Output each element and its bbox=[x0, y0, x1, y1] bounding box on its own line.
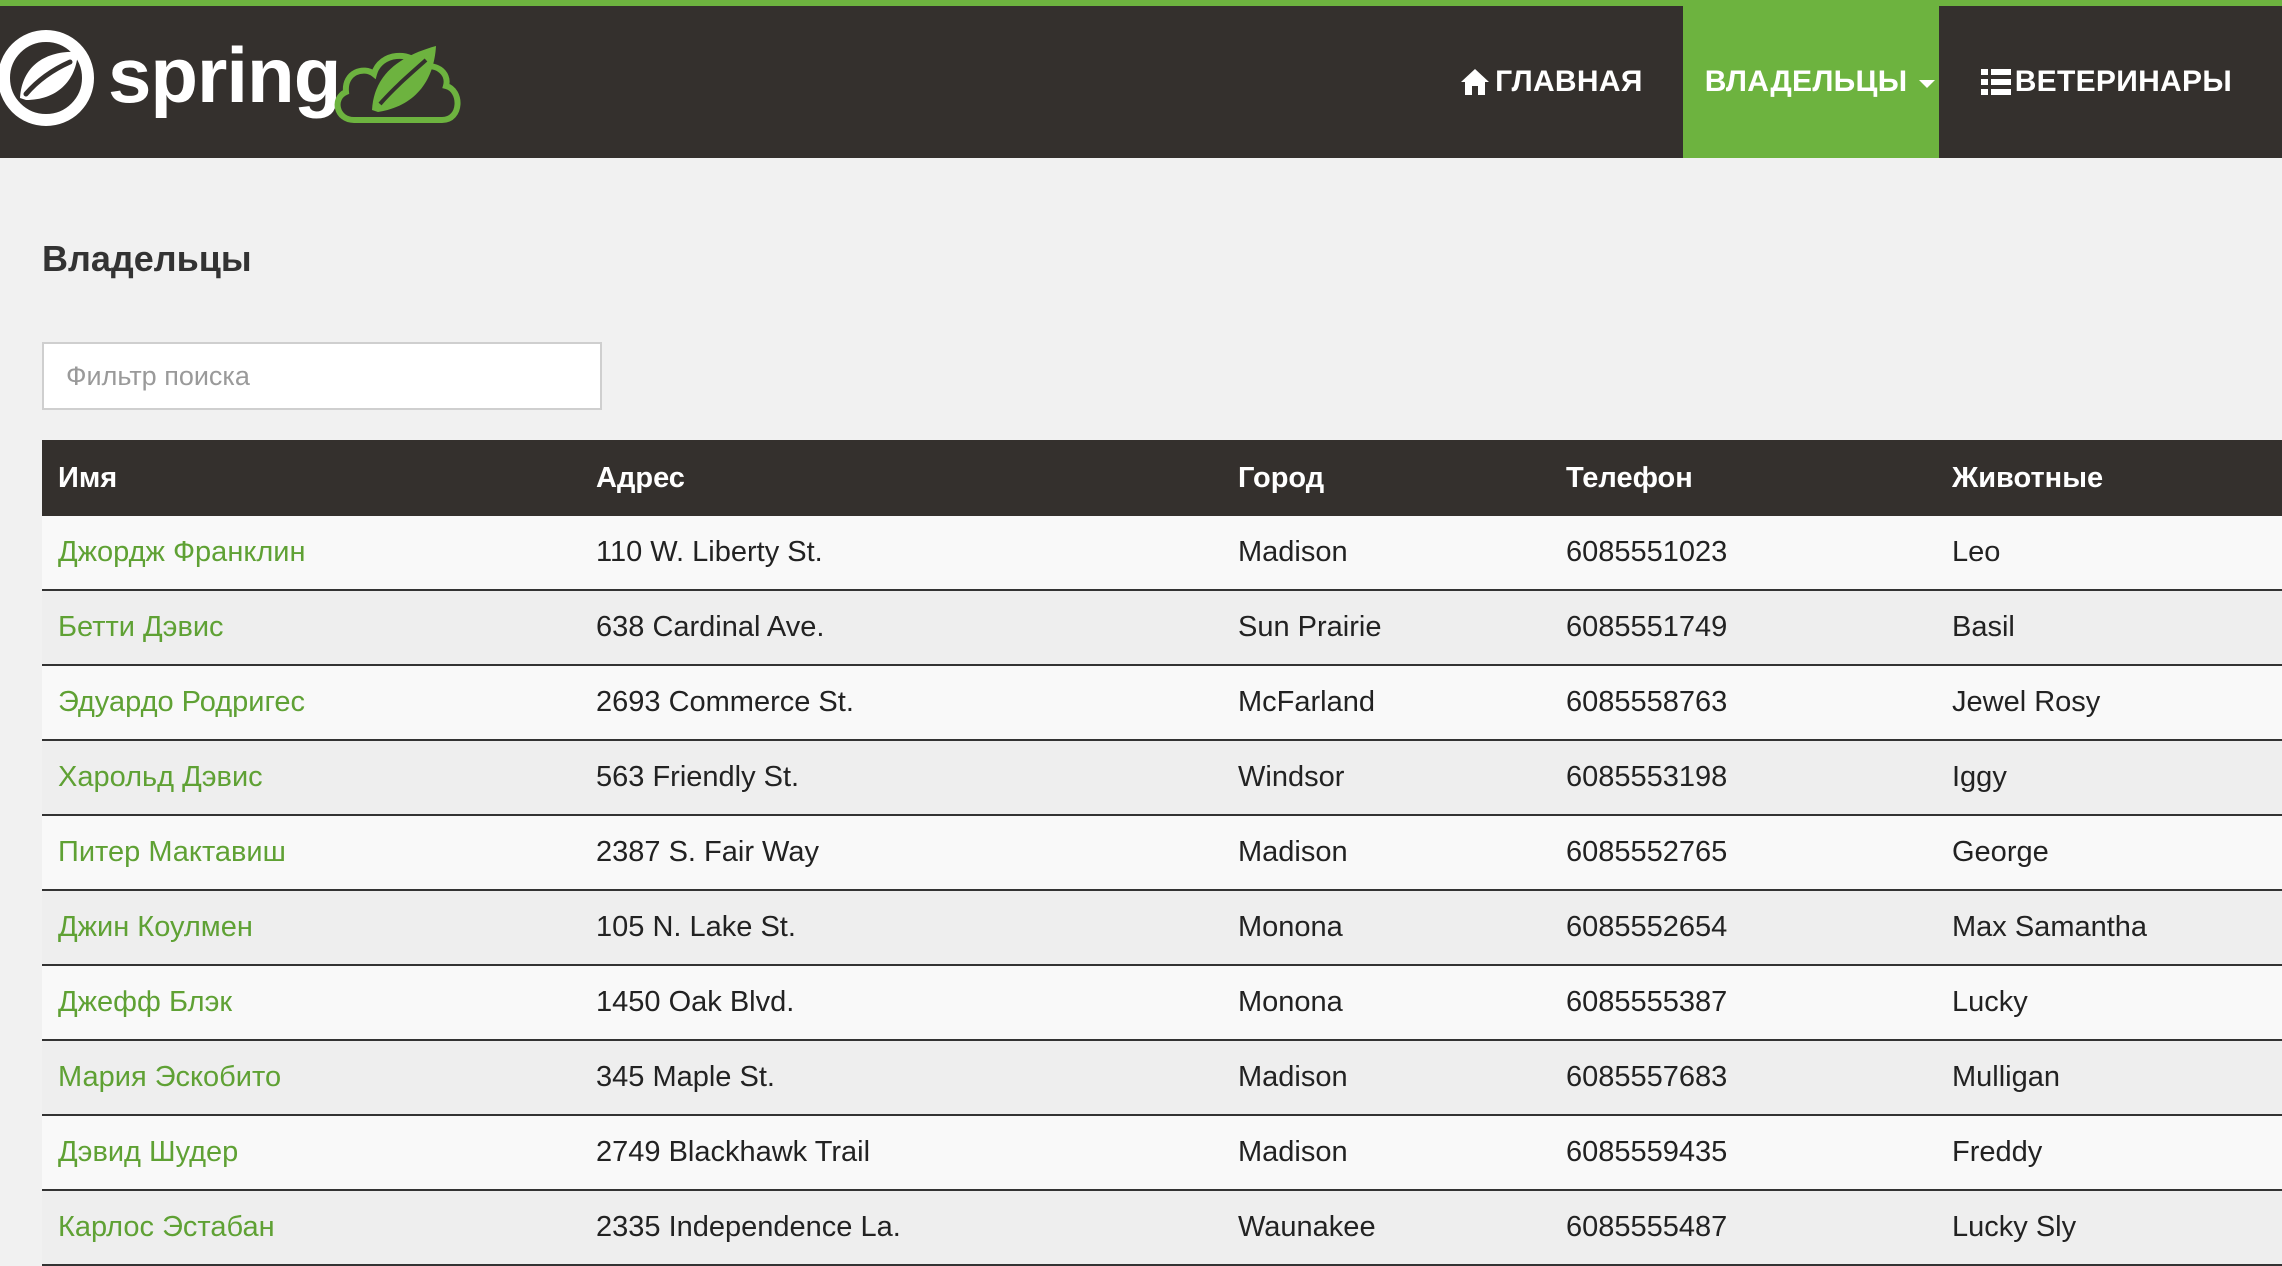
address-cell: 110 W. Liberty St. bbox=[580, 516, 1222, 591]
owner-name-link[interactable]: Бетти Дэвис bbox=[58, 611, 224, 643]
search-wrapper bbox=[42, 342, 602, 410]
table-header-row: Имя Адрес Город Телефон Животные bbox=[42, 440, 2282, 516]
column-header-pets[interactable]: Животные bbox=[1936, 440, 2282, 516]
city-cell: Madison bbox=[1222, 1040, 1550, 1116]
nav-label-veterinarians: ВЕТЕРИНАРЫ bbox=[2014, 65, 2232, 98]
city-cell: Waunakee bbox=[1222, 1190, 1550, 1266]
spring-leaf-icon bbox=[0, 30, 94, 126]
owner-name-cell: Джордж Франклин bbox=[42, 516, 580, 591]
table-row: Эдуардо Родригес 2693 Commerce St. McFar… bbox=[42, 665, 2282, 741]
list-icon bbox=[1980, 69, 2011, 95]
owner-name-cell: Эдуардо Родригес bbox=[42, 665, 580, 741]
main-nav: ГЛАВНАЯ ВЛАДЕЛЬЦЫ ВЕТЕРИНАРЫ bbox=[1425, 6, 2282, 158]
pets-cell: Max Samantha bbox=[1936, 890, 2282, 966]
nav-item-veterinarians[interactable]: ВЕТЕРИНАРЫ bbox=[1939, 6, 2282, 158]
nav-label-owners: ВЛАДЕЛЬЦЫ bbox=[1704, 65, 1908, 98]
table-row: Харольд Дэвис 563 Friendly St. Windsor 6… bbox=[42, 740, 2282, 816]
table-row: Джордж Франклин 110 W. Liberty St. Madis… bbox=[42, 516, 2282, 591]
table-row: Питер Мактавиш 2387 S. Fair Way Madison … bbox=[42, 815, 2282, 891]
pets-cell: Basil bbox=[1936, 590, 2282, 666]
address-cell: 2693 Commerce St. bbox=[580, 665, 1222, 741]
address-cell: 638 Cardinal Ave. bbox=[580, 590, 1222, 666]
address-cell: 2387 S. Fair Way bbox=[580, 815, 1222, 891]
city-cell: Monona bbox=[1222, 890, 1550, 966]
navbar: spring ГЛАВНАЯ ВЛАДЕЛЬЦЫ ВЕТЕРИНАРЫ bbox=[0, 6, 2282, 158]
phone-cell: 6085557683 bbox=[1550, 1040, 1936, 1116]
pets-cell: Lucky bbox=[1936, 965, 2282, 1041]
table-row: Дэвид Шудер 2749 Blackhawk Trail Madison… bbox=[42, 1115, 2282, 1191]
address-cell: 345 Maple St. bbox=[580, 1040, 1222, 1116]
city-cell: Madison bbox=[1222, 815, 1550, 891]
spring-logo[interactable]: spring bbox=[0, 24, 470, 136]
phone-cell: 6085555387 bbox=[1550, 965, 1936, 1041]
owners-table: Имя Адрес Город Телефон Животные Джордж … bbox=[42, 440, 2282, 1266]
owner-name-link[interactable]: Питер Мактавиш bbox=[58, 836, 286, 868]
column-header-address[interactable]: Адрес bbox=[580, 440, 1222, 516]
address-cell: 563 Friendly St. bbox=[580, 740, 1222, 816]
table-row: Бетти Дэвис 638 Cardinal Ave. Sun Prairi… bbox=[42, 590, 2282, 666]
owner-name-cell: Дэвид Шудер bbox=[42, 1115, 580, 1191]
phone-cell: 6085555487 bbox=[1550, 1190, 1936, 1266]
pets-cell: Mulligan bbox=[1936, 1040, 2282, 1116]
phone-cell: 6085558763 bbox=[1550, 665, 1936, 741]
owner-name-link[interactable]: Джефф Блэк bbox=[58, 986, 232, 1018]
city-cell: Sun Prairie bbox=[1222, 590, 1550, 666]
cloud-leaf-icon bbox=[334, 46, 461, 123]
city-cell: Monona bbox=[1222, 965, 1550, 1041]
owner-name-cell: Бетти Дэвис bbox=[42, 590, 580, 666]
address-cell: 105 N. Lake St. bbox=[580, 890, 1222, 966]
pets-cell: Lucky Sly bbox=[1936, 1190, 2282, 1266]
address-cell: 2749 Blackhawk Trail bbox=[580, 1115, 1222, 1191]
owner-name-link[interactable]: Джордж Франклин bbox=[58, 536, 305, 568]
pets-cell: Iggy bbox=[1936, 740, 2282, 816]
phone-cell: 6085559435 bbox=[1550, 1115, 1936, 1191]
column-header-city[interactable]: Город bbox=[1222, 440, 1550, 516]
table-row: Джин Коулмен 105 N. Lake St. Monona 6085… bbox=[42, 890, 2282, 966]
phone-cell: 6085551023 bbox=[1550, 516, 1936, 591]
owner-name-cell: Джин Коулмен bbox=[42, 890, 580, 966]
table-row: Джефф Блэк 1450 Oak Blvd. Monona 6085555… bbox=[42, 965, 2282, 1041]
phone-cell: 6085553198 bbox=[1550, 740, 1936, 816]
owner-name-link[interactable]: Эдуардо Родригес bbox=[58, 686, 305, 718]
nav-label-home: ГЛАВНАЯ bbox=[1495, 65, 1643, 98]
owner-name-link[interactable]: Джин Коулмен bbox=[58, 911, 253, 943]
owner-name-link[interactable]: Мария Эскобито bbox=[58, 1061, 281, 1093]
search-filter-input[interactable] bbox=[42, 342, 602, 410]
phone-cell: 6085551749 bbox=[1550, 590, 1936, 666]
brand-wordmark: spring bbox=[108, 31, 341, 119]
phone-cell: 6085552765 bbox=[1550, 815, 1936, 891]
owner-name-link[interactable]: Харольд Дэвис bbox=[58, 761, 263, 793]
page-title: Владельцы bbox=[42, 238, 252, 279]
address-cell: 1450 Oak Blvd. bbox=[580, 965, 1222, 1041]
pets-cell: Leo bbox=[1936, 516, 2282, 591]
column-header-phone[interactable]: Телефон bbox=[1550, 440, 1936, 516]
pets-cell: George bbox=[1936, 815, 2282, 891]
owner-name-link[interactable]: Дэвид Шудер bbox=[58, 1136, 238, 1168]
city-cell: Madison bbox=[1222, 516, 1550, 591]
chevron-down-icon bbox=[1919, 80, 1936, 88]
table-row: Мария Эскобито 345 Maple St. Madison 608… bbox=[42, 1040, 2282, 1116]
column-header-name[interactable]: Имя bbox=[42, 440, 580, 516]
home-icon bbox=[1461, 69, 1490, 95]
address-cell: 2335 Independence La. bbox=[580, 1190, 1222, 1266]
owners-table-wrapper: Имя Адрес Город Телефон Животные Джордж … bbox=[42, 440, 2282, 1266]
pets-cell: Freddy bbox=[1936, 1115, 2282, 1191]
owner-name-cell: Харольд Дэвис bbox=[42, 740, 580, 816]
owner-name-cell: Карлос Эстабан bbox=[42, 1190, 580, 1266]
nav-item-home[interactable]: ГЛАВНАЯ bbox=[1425, 6, 1683, 158]
phone-cell: 6085552654 bbox=[1550, 890, 1936, 966]
table-row: Карлос Эстабан 2335 Independence La. Wau… bbox=[42, 1190, 2282, 1266]
owner-name-cell: Джефф Блэк bbox=[42, 965, 580, 1041]
owner-name-link[interactable]: Карлос Эстабан bbox=[58, 1211, 275, 1243]
owner-name-cell: Питер Мактавиш bbox=[42, 815, 580, 891]
pets-cell: Jewel Rosy bbox=[1936, 665, 2282, 741]
city-cell: McFarland bbox=[1222, 665, 1550, 741]
city-cell: Madison bbox=[1222, 1115, 1550, 1191]
city-cell: Windsor bbox=[1222, 740, 1550, 816]
nav-item-owners[interactable]: ВЛАДЕЛЬЦЫ bbox=[1682, 6, 1939, 158]
owner-name-cell: Мария Эскобито bbox=[42, 1040, 580, 1116]
